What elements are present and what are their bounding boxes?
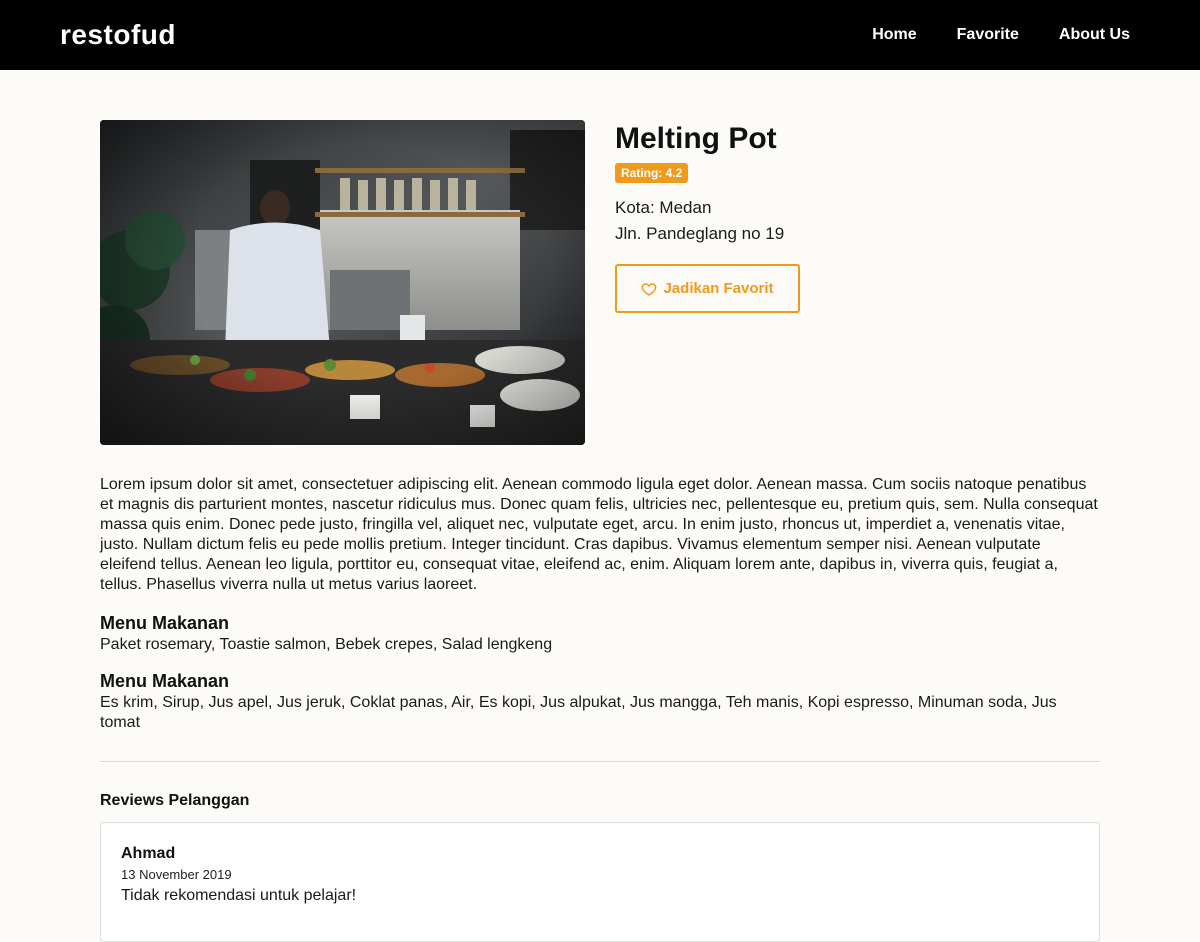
menu-items: Es krim, Sirup, Jus apel, Jus jeruk, Cok… bbox=[100, 694, 1057, 731]
restaurant-photo bbox=[100, 120, 585, 445]
address-line: Jln. Pandeglang no 19 bbox=[615, 224, 785, 243]
heart-outline-icon bbox=[642, 282, 657, 296]
navbar: restofud Home Favorite About Us bbox=[0, 0, 1200, 70]
favorite-button[interactable]: Jadikan Favorit bbox=[615, 264, 800, 313]
nav-home-link[interactable]: Home bbox=[872, 26, 916, 44]
menu-title: Menu Makanan bbox=[100, 671, 230, 691]
nav-about-link[interactable]: About Us bbox=[1059, 26, 1130, 44]
menu-section-drinks: Menu Makanan Es krim, Sirup, Jus apel, J… bbox=[100, 669, 1100, 733]
review-text: Tidak rekomendasi untuk pelajar! bbox=[121, 887, 357, 904]
menu-section-food: Menu Makanan Paket rosemary, Toastie sal… bbox=[100, 611, 1100, 655]
review-date: 13 November 2019 bbox=[121, 867, 232, 882]
rating-badge: Rating: 4.2 bbox=[615, 163, 689, 183]
section-divider bbox=[100, 761, 1100, 762]
reviewer-name: Ahmad bbox=[121, 845, 176, 862]
nav-favorite-link[interactable]: Favorite bbox=[957, 26, 1019, 44]
restaurant-name: Melting Pot bbox=[615, 122, 777, 155]
menu-title: Menu Makanan bbox=[100, 613, 230, 633]
reviews-heading: Reviews Pelanggan bbox=[100, 792, 250, 809]
main-nav: Home Favorite About Us bbox=[872, 26, 1130, 44]
brand-logo[interactable]: restofud bbox=[60, 19, 176, 51]
restaurant-info: Melting Pot Rating: 4.2 Kota: Medan Jln.… bbox=[615, 120, 1100, 313]
restaurant-description: Lorem ipsum dolor sit amet, consectetuer… bbox=[100, 476, 1098, 593]
kitchen-photo-illustration bbox=[100, 120, 585, 445]
favorite-button-label: Jadikan Favorit bbox=[663, 280, 774, 297]
review-card: Ahmad 13 November 2019 Tidak rekomendasi… bbox=[100, 822, 1100, 942]
menu-items: Paket rosemary, Toastie salmon, Bebek cr… bbox=[100, 636, 553, 653]
city-line: Kota: Medan bbox=[615, 198, 712, 217]
